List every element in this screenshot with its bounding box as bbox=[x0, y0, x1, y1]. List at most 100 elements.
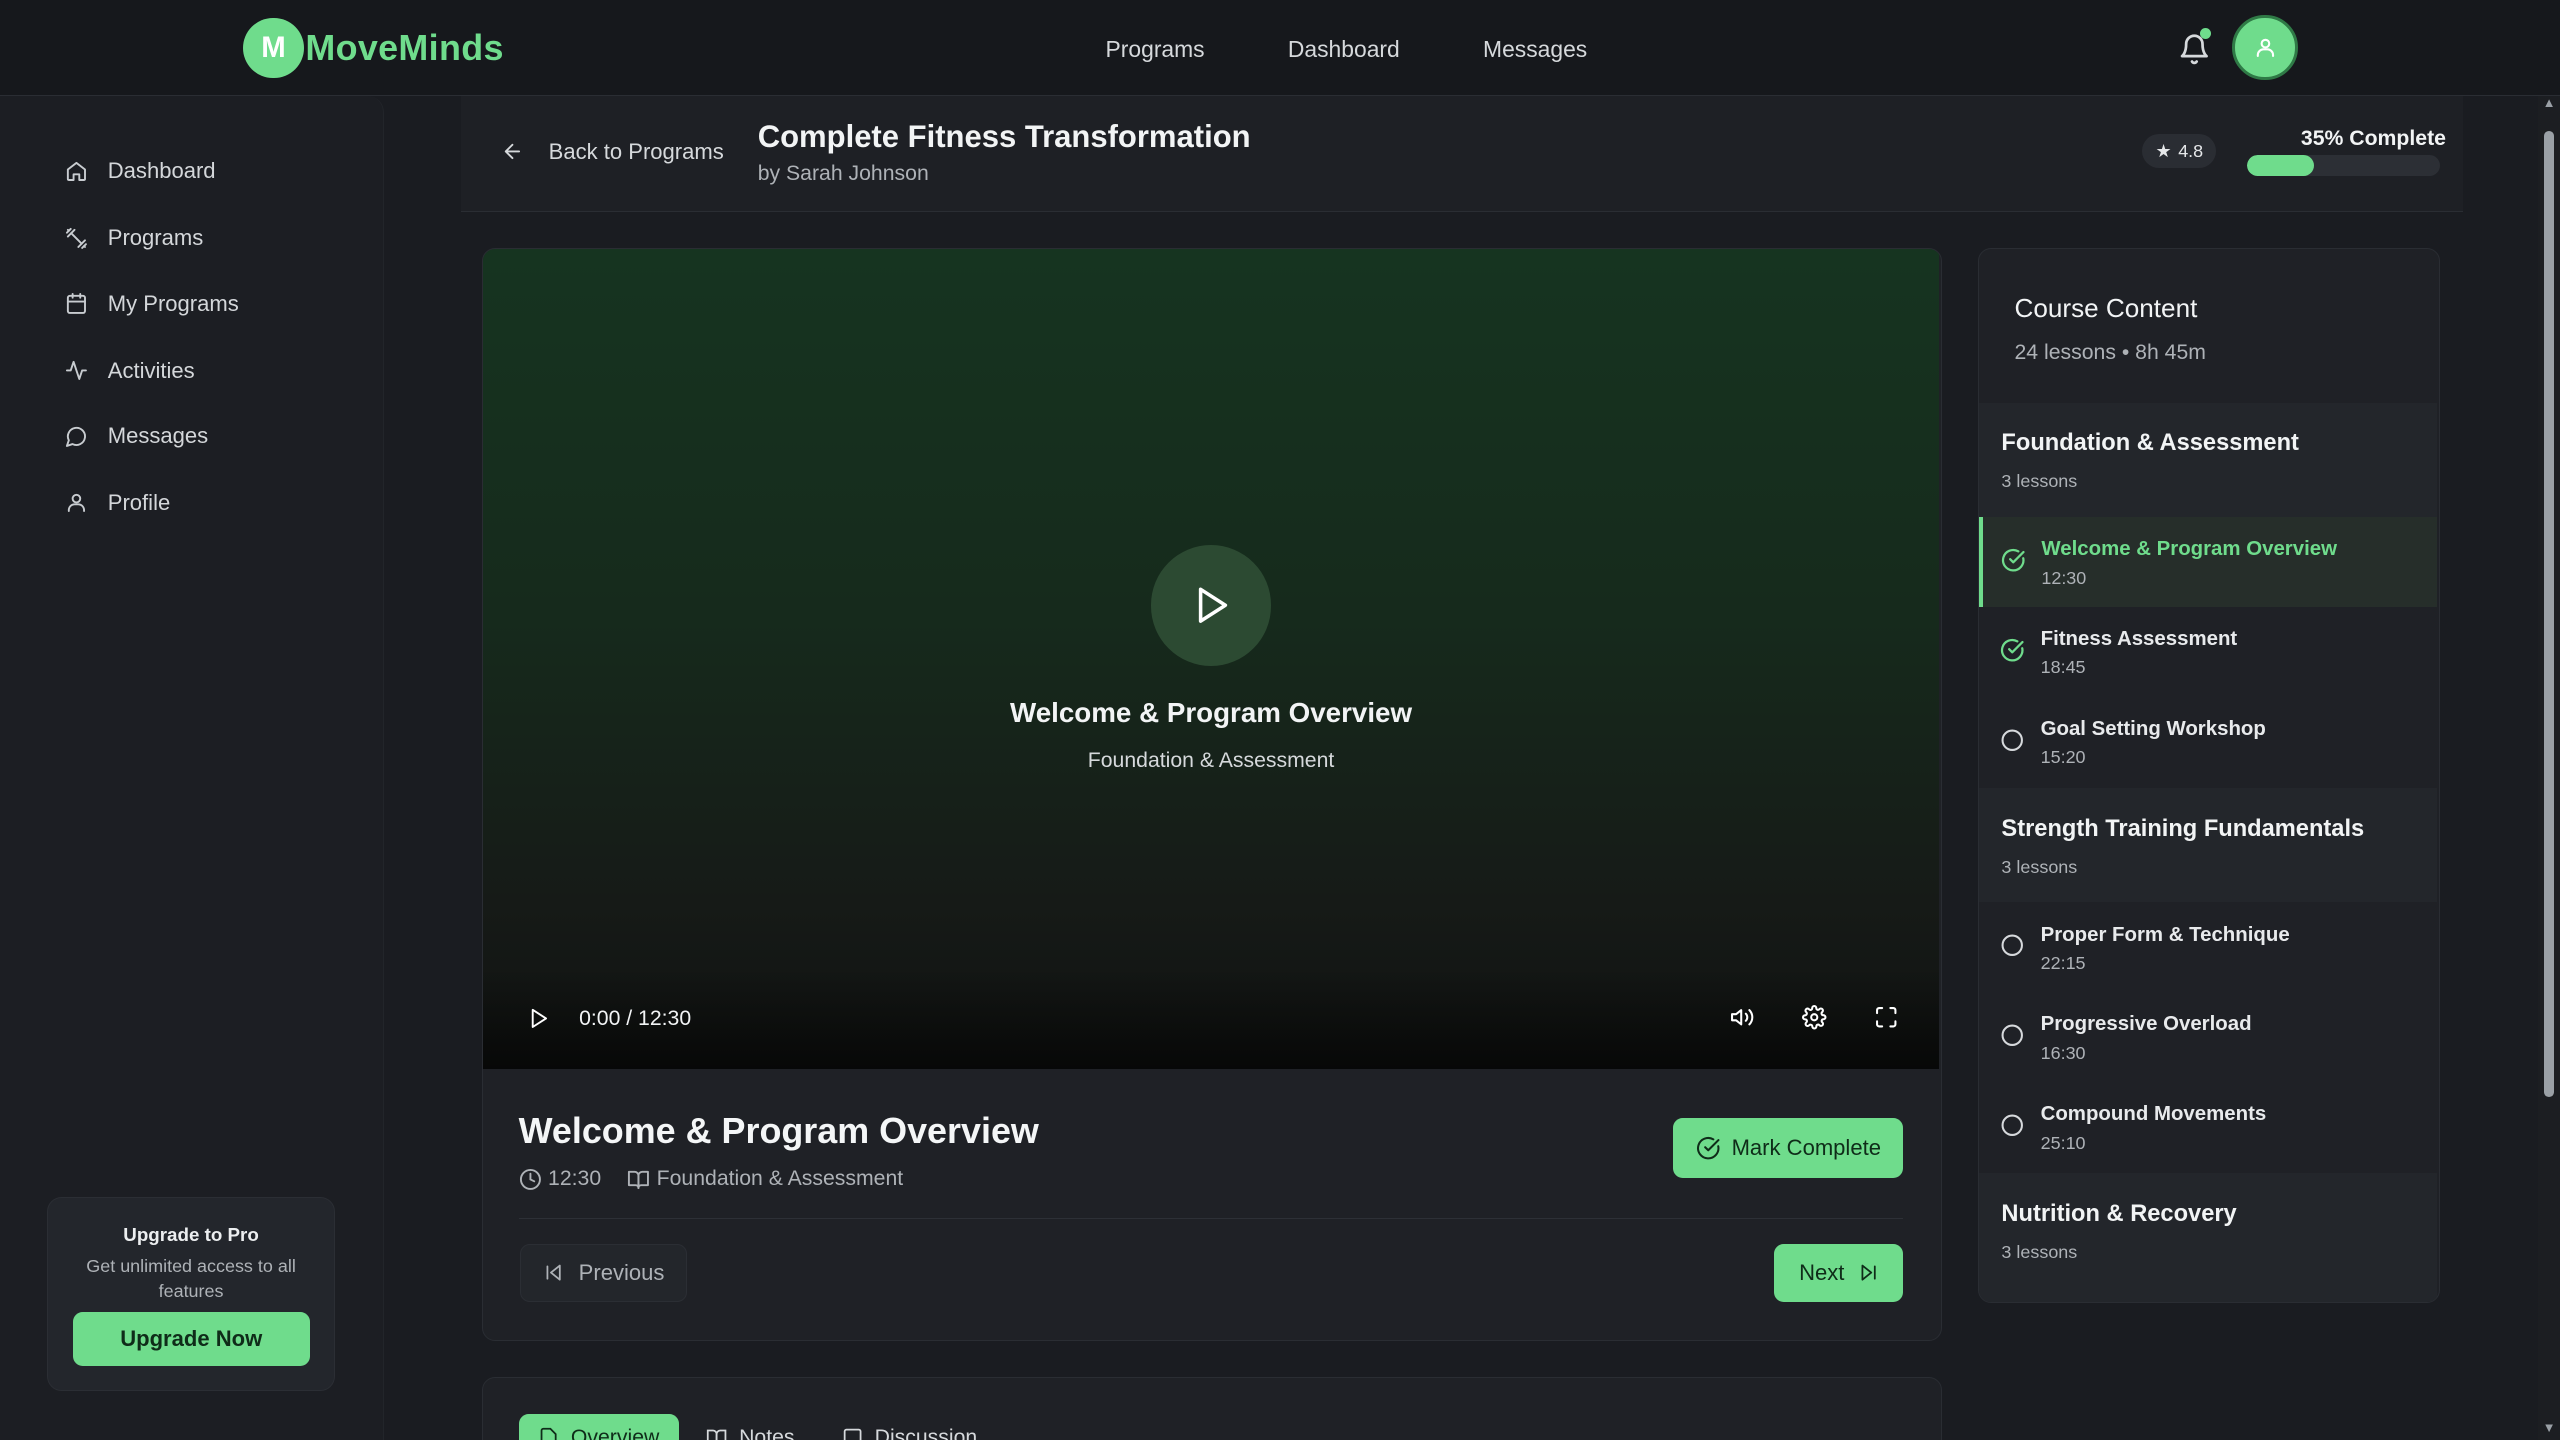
previous-label: Previous bbox=[578, 1260, 665, 1286]
nav-messages[interactable]: Messages bbox=[1483, 36, 1587, 63]
previous-button[interactable]: Previous bbox=[520, 1243, 687, 1303]
arrow-left-icon bbox=[505, 144, 521, 160]
logo-text: MoveMinds bbox=[305, 27, 504, 69]
lesson-title: Welcome & Program Overview bbox=[518, 1109, 1039, 1151]
tab-label: Overview bbox=[570, 1426, 660, 1440]
sidebar-item-messages[interactable]: Messages bbox=[65, 423, 208, 449]
sidebar-item-label: Profile bbox=[107, 489, 171, 515]
tab-label: Discussion bbox=[874, 1426, 978, 1440]
play-icon bbox=[1198, 587, 1227, 623]
section-header[interactable]: Strength Training Fundamentals 3 lessons bbox=[1978, 788, 2438, 903]
video-player[interactable]: Welcome & Program Overview Foundation & … bbox=[482, 249, 1940, 1069]
back-to-programs-link[interactable]: Back to Programs bbox=[501, 139, 724, 165]
home-icon bbox=[67, 161, 87, 181]
section-count: 3 lessons bbox=[2001, 471, 2078, 492]
skip-back-icon bbox=[546, 1265, 561, 1282]
lesson-item[interactable]: Goal Setting Workshop 15:20 bbox=[1979, 697, 2438, 787]
lesson-item[interactable]: Progressive Overload 16:30 bbox=[1979, 992, 2438, 1082]
user-icon bbox=[68, 494, 86, 513]
player-card: Welcome & Program Overview Foundation & … bbox=[481, 248, 1942, 1341]
lesson-item[interactable]: Compound Movements 25:10 bbox=[1979, 1082, 2438, 1172]
nav-programs[interactable]: Programs bbox=[1106, 36, 1205, 63]
mark-complete-label: Mark Complete bbox=[1731, 1135, 1881, 1161]
nav-dashboard[interactable]: Dashboard bbox=[1288, 36, 1400, 63]
sidebar-item-label: Messages bbox=[107, 422, 209, 448]
lesson-duration: 15:20 bbox=[2040, 747, 2086, 768]
sidebar-item-activities[interactable]: Activities bbox=[65, 357, 195, 384]
check-circle-icon bbox=[2000, 638, 2024, 662]
dumbbell-icon bbox=[66, 227, 88, 249]
upgrade-button[interactable]: Upgrade Now bbox=[72, 1312, 310, 1367]
file-icon bbox=[540, 1428, 557, 1440]
scrollbar[interactable]: ▲ ▼ bbox=[2537, 96, 2560, 1440]
lesson-duration: 18:45 bbox=[2040, 657, 2086, 678]
sidebar-item-profile[interactable]: Profile bbox=[65, 490, 170, 516]
section-header[interactable]: Foundation & Assessment 3 lessons bbox=[1978, 402, 2438, 517]
sidebar-item-my-programs[interactable]: My Programs bbox=[65, 291, 239, 317]
mark-complete-button[interactable]: Mark Complete bbox=[1673, 1117, 1904, 1179]
section-title: Strength Training Fundamentals bbox=[2001, 815, 2365, 842]
settings-icon[interactable] bbox=[1802, 1005, 1827, 1030]
circle-icon bbox=[2001, 1024, 2023, 1047]
scroll-up-arrow[interactable]: ▲ bbox=[2543, 96, 2556, 109]
book-icon bbox=[628, 1170, 650, 1189]
calendar-icon bbox=[67, 293, 87, 315]
lesson-name: Goal Setting Workshop bbox=[2040, 717, 2266, 740]
tab-discussion[interactable]: Discussion bbox=[822, 1414, 996, 1440]
play-icon[interactable] bbox=[527, 1007, 550, 1030]
circle-icon bbox=[2001, 1114, 2023, 1137]
circle-icon bbox=[2001, 934, 2023, 957]
progress-label: 35% Complete bbox=[2300, 127, 2446, 151]
lesson-name: Proper Form & Technique bbox=[2040, 923, 2290, 946]
circle-icon bbox=[2001, 729, 2023, 751]
section-count: 3 lessons bbox=[2001, 1242, 2078, 1263]
tab-notes[interactable]: Notes bbox=[687, 1414, 814, 1440]
sidebar-item-label: Dashboard bbox=[107, 158, 216, 184]
sidebar-item-programs[interactable]: Programs bbox=[65, 225, 203, 251]
top-navigation: M MoveMinds Programs Dashboard Messages bbox=[0, 0, 2560, 97]
volume-icon[interactable] bbox=[1730, 1005, 1754, 1029]
course-header: Back to Programs Complete Fitness Transf… bbox=[460, 96, 2463, 213]
lesson-duration: 22:15 bbox=[2040, 953, 2086, 973]
rating-badge: ★ 4.8 bbox=[2142, 133, 2217, 169]
tab-overview[interactable]: Overview bbox=[518, 1413, 679, 1440]
skip-forward-icon bbox=[1861, 1265, 1876, 1282]
course-author: by Sarah Johnson bbox=[757, 161, 929, 185]
sidebar-item-dashboard[interactable]: Dashboard bbox=[65, 158, 216, 184]
lesson-name: Welcome & Program Overview bbox=[2041, 538, 2337, 561]
logo[interactable]: M MoveMinds bbox=[243, 17, 504, 79]
user-icon bbox=[2256, 38, 2274, 57]
lesson-item[interactable]: Fitness Assessment 18:45 bbox=[1979, 607, 2438, 697]
avatar[interactable] bbox=[2232, 14, 2298, 80]
lesson-item[interactable]: Welcome & Program Overview 12:30 bbox=[1978, 517, 2438, 607]
course-content-panel: Course Content 24 lessons • 8h 45m Found… bbox=[1977, 248, 2440, 1304]
check-circle-icon bbox=[1696, 1136, 1720, 1160]
message-square-icon bbox=[843, 1429, 862, 1440]
next-button[interactable]: Next bbox=[1774, 1243, 1904, 1303]
sidebar-item-label: Programs bbox=[107, 225, 204, 251]
message-icon bbox=[66, 426, 87, 447]
upgrade-title: Upgrade to Pro bbox=[123, 1224, 259, 1246]
lesson-item[interactable]: Proper Form & Technique 22:15 bbox=[1979, 902, 2438, 992]
scroll-thumb[interactable] bbox=[2544, 130, 2554, 1098]
book-icon bbox=[707, 1430, 727, 1440]
scroll-down-arrow[interactable]: ▼ bbox=[2543, 1421, 2556, 1434]
lesson-meta: 12:30 Foundation & Assessment bbox=[519, 1167, 930, 1191]
course-content-summary: 24 lessons • 8h 45m bbox=[2014, 340, 2206, 364]
video-controls: 0:00 / 12:30 bbox=[482, 967, 1940, 1069]
lesson-duration: 25:10 bbox=[2040, 1132, 2086, 1153]
play-button-large[interactable] bbox=[1150, 544, 1272, 666]
section-title: Foundation & Assessment bbox=[2001, 430, 2299, 457]
clock-icon bbox=[519, 1168, 541, 1190]
course-title: Complete Fitness Transformation bbox=[757, 119, 1251, 155]
top-links: Programs Dashboard Messages bbox=[1106, 36, 1671, 63]
section-header[interactable]: Nutrition & Recovery 3 lessons bbox=[1978, 1173, 2438, 1303]
check-circle-icon bbox=[2001, 548, 2025, 572]
video-title: Welcome & Program Overview bbox=[1010, 696, 1413, 728]
section-title: Nutrition & Recovery bbox=[2001, 1201, 2237, 1228]
video-section: Foundation & Assessment bbox=[1087, 748, 1335, 772]
lesson-name: Compound Movements bbox=[2040, 1103, 2267, 1126]
sidebar-item-label: Activities bbox=[107, 357, 195, 383]
lesson-duration: 12:30 bbox=[548, 1166, 602, 1190]
fullscreen-icon[interactable] bbox=[1874, 1005, 1898, 1029]
